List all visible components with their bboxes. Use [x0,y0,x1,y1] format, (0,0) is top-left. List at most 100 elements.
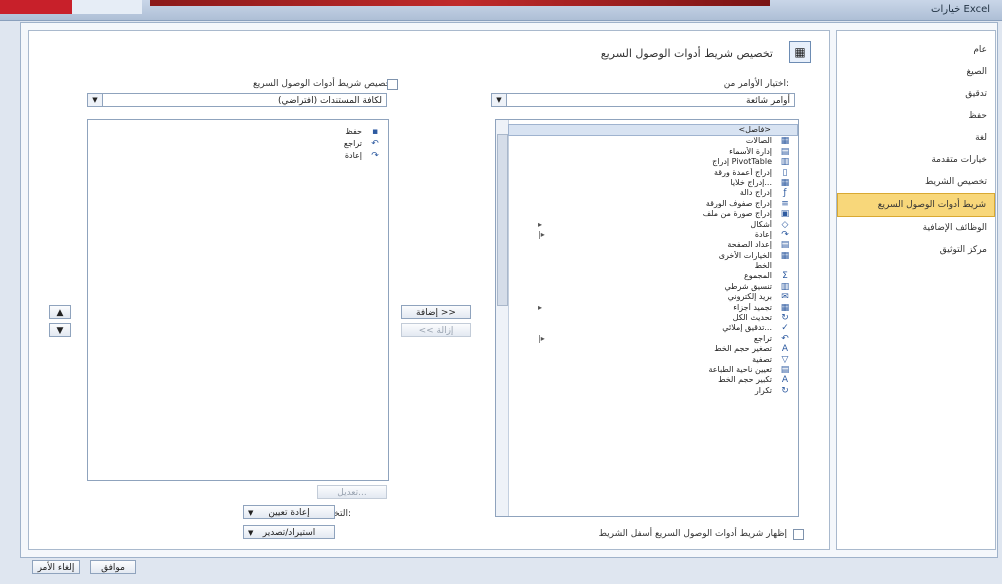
command-item[interactable]: إدراج دالة ƒ [508,188,798,198]
command-item[interactable]: تكبير حجم الخط A [508,375,798,385]
nav-item[interactable]: تخصيص الشريط [837,171,995,193]
nav-item[interactable]: لغة [837,127,995,149]
command-item[interactable]: ▸ أشكال ◇ [508,220,798,230]
show-below-ribbon-checkbox[interactable] [793,529,804,540]
command-icon: ▤ [780,146,790,157]
command-icon: ↻ [781,313,789,324]
toolbar-item-icon: ↶ [371,139,379,149]
customize-toolbar-combo[interactable]: ▼ لكافة المستندات (افتراضي) [87,93,387,107]
nav-item[interactable]: عام [837,39,995,61]
nav-item[interactable]: حفظ [837,105,995,127]
chevron-down-icon[interactable]: ▼ [492,94,507,106]
choose-commands-combo[interactable]: ▼ أوامر شائعة [491,93,795,107]
nav-item[interactable]: شريط أدوات الوصول السريع [837,193,995,217]
command-item[interactable]: <فاصل> [508,124,798,137]
import-export-dropdown[interactable]: ▼ استيراد/تصدير [243,525,335,539]
submenu-indicator: |▸ [538,229,545,239]
window-title: خيارات Excel [931,4,990,15]
command-label: إعادة [754,229,772,239]
command-icon: ▥ [780,281,790,292]
command-icon: ▤ [780,364,790,375]
command-label: الصالات [745,136,772,146]
command-icon: ▦ [780,136,790,147]
command-item[interactable]: المجموع Σ [508,271,798,281]
command-label: <فاصل> [738,125,771,134]
command-item[interactable]: تدقيق إملائي... ✓ [508,323,798,333]
command-item[interactable]: تصفية ▽ [508,355,798,365]
title-stripe [150,0,770,6]
command-icon: ▣ [780,209,790,220]
command-label: تعيين ناحية الطباعة [708,364,772,374]
command-item[interactable]: بريد إلكتروني ✉ [508,292,798,302]
toolbar-items-list[interactable]: حفظ ▪ تراجع ↶ إعادة ↷ [87,119,389,481]
toolbar-item[interactable]: حفظ ▪ [88,126,388,138]
show-below-ribbon-label: إظهار شريط أدوات الوصول السريع أسفل الشر… [598,529,787,539]
command-item[interactable]: تنسيق شرطي ▥ [508,282,798,292]
nav-item[interactable]: مركز التوثيق [837,239,995,261]
command-label: أشكال [750,219,772,229]
submenu-indicator: ▸ [538,302,543,312]
command-label: تدقيق إملائي... [722,323,772,333]
toolbar-item[interactable]: إعادة ↷ [88,150,388,162]
nav-item[interactable]: خيارات متقدمة [837,149,995,171]
command-icon: ↷ [781,229,789,240]
choose-commands-value: أوامر شائعة [746,96,790,106]
command-item[interactable]: إدراج خلايا... ▦ [508,178,798,188]
chevron-down-icon[interactable]: ▼ [88,94,103,106]
command-label: تجميد أجزاء [733,302,772,312]
command-label: تكرار [754,385,772,395]
command-icon: ▤ [780,240,790,251]
command-icon: ▯ [782,167,788,178]
command-label: إعداد الصفحة [727,240,772,250]
command-icon: ▥ [780,157,790,168]
command-item[interactable]: تصغير حجم الخط A [508,344,798,354]
scrollbar-thumb[interactable] [497,134,508,306]
command-label: إدراج أعمدة ورقة [714,167,772,177]
command-icon: ƒ [783,188,787,199]
command-item[interactable]: إدارة الأسماء ▤ [508,147,798,157]
modify-button[interactable]: تعديل... [317,485,387,499]
command-icon: A [781,375,789,386]
command-label: بريد إلكتروني [727,292,772,302]
command-label: تراجع [753,333,772,343]
command-item[interactable]: إعداد الصفحة ▤ [508,240,798,250]
nav-item[interactable]: الوظائف الإضافية [837,217,995,239]
choose-commands-label: اختيار الأوامر من: [723,79,789,89]
toolbar-item-label: تراجع [343,139,362,148]
command-icon: ▽ [781,354,789,365]
command-item[interactable]: إدراج صورة من ملف ▣ [508,209,798,219]
toolbar-item-icon: ↷ [371,151,379,161]
command-item[interactable]: |▸ تراجع ↶ [508,334,798,344]
command-item[interactable]: الخيارات الأخرى ▦ [508,251,798,261]
title-accent [0,0,72,14]
command-label: إدراج دالة [739,188,772,198]
move-down-button[interactable]: ▼ [49,323,71,337]
reset-dropdown[interactable]: ▼ إعادة تعيين [243,505,335,519]
command-item[interactable]: إدراج أعمدة ورقة ▯ [508,168,798,178]
submenu-indicator: |▸ [538,333,545,343]
nav-item[interactable]: تدقيق [837,83,995,105]
nav-item[interactable]: الصيغ [837,61,995,83]
toolbar-item[interactable]: تراجع ↶ [88,138,388,150]
command-item[interactable]: |▸ إعادة ↷ [508,230,798,240]
command-item[interactable]: إدراج PivotTable ▥ [508,157,798,167]
cancel-button[interactable]: إلغاء الأمر [32,560,80,574]
move-up-button[interactable]: ▲ [49,305,71,319]
command-item[interactable]: ▸ تجميد أجزاء ▦ [508,303,798,313]
command-item[interactable]: تحديث الكل ↻ [508,313,798,323]
customize-toolbar-checkbox[interactable] [387,79,398,90]
command-item[interactable]: تكرار ↻ [508,386,798,396]
command-icon: ↻ [781,385,789,396]
command-label: إدراج PivotTable [712,157,772,167]
command-item[interactable]: الصالات ▦ [508,136,798,146]
command-item[interactable]: الخط [508,261,798,271]
command-icon: ✉ [781,292,789,303]
add-button[interactable]: إضافة >> [401,305,471,319]
toolbar-item-label: حفظ [345,127,362,136]
main-panel: ▦ تخصيص شريط أدوات الوصول السريع اختيار … [28,30,830,550]
command-item[interactable]: إدراج صفوف الورقة ≡ [508,199,798,209]
command-item[interactable]: تعيين ناحية الطباعة ▤ [508,365,798,375]
remove-button[interactable]: << إزالة [401,323,471,337]
commands-list[interactable]: <فاصل> الصالات ▦ إدارة الأسماء ▤ إدراج PivotT… [495,119,799,517]
ok-button[interactable]: موافق [90,560,136,574]
